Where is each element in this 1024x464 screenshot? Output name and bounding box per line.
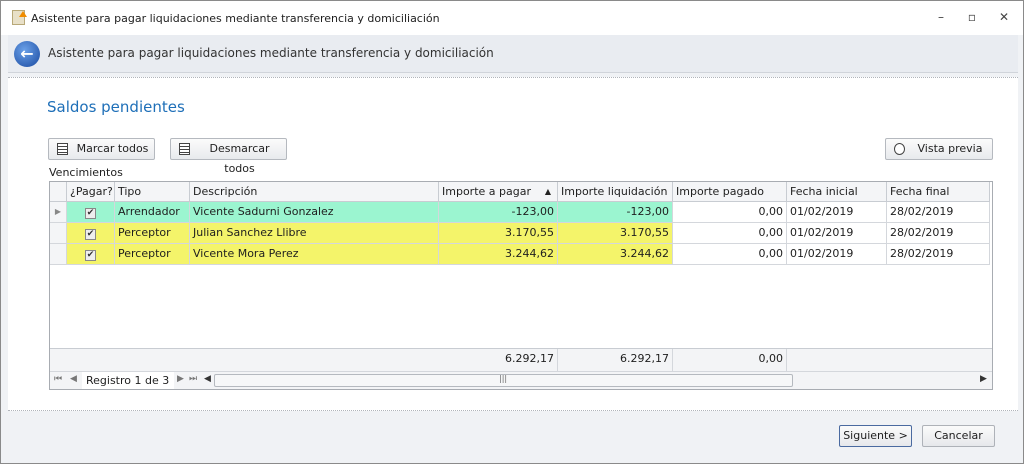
pay-checkbox-cell[interactable]: ✔ — [67, 244, 115, 265]
cell-tipo: Arrendador — [115, 202, 190, 223]
col-fecha-inicial[interactable]: Fecha inicial — [787, 182, 887, 202]
checklist-icon — [57, 143, 68, 155]
close-button[interactable]: ✕ — [994, 10, 1014, 24]
record-counter: Registro 1 de 3 — [82, 372, 174, 389]
cell-descripcion: Vicente Mora Perez — [190, 244, 439, 265]
horizontal-scrollbar[interactable]: ||| — [214, 374, 793, 387]
cell-inicio: 01/02/2019 — [787, 223, 887, 244]
col-descripcion[interactable]: Descripción — [190, 182, 439, 202]
col-tipo[interactable]: Tipo — [115, 182, 190, 202]
restore-button[interactable]: ▫ — [962, 10, 982, 24]
window-title: Asistente para pagar liquidaciones media… — [31, 12, 440, 25]
checklist-icon — [179, 143, 190, 155]
table-row[interactable]: ▶ ✔ Arrendador Vicente Sadurni Gonzalez -123… — [50, 202, 992, 223]
sort-asc-icon: ▲ — [544, 187, 551, 196]
cell-liquidacion: 3.244,62 — [558, 244, 673, 265]
col-liquidacion[interactable]: Importe liquidación — [558, 182, 673, 202]
cell-tipo: Perceptor — [115, 223, 190, 244]
last-record-icon[interactable]: ⏭ — [189, 374, 197, 384]
magnifier-icon — [894, 143, 905, 155]
cell-importe: 3.244,62 — [439, 244, 558, 265]
cancel-button[interactable]: Cancelar — [922, 425, 995, 447]
cell-liquidacion: 3.170,55 — [558, 223, 673, 244]
cell-descripcion: Vicente Sadurni Gonzalez — [190, 202, 439, 223]
cell-pagado: 0,00 — [673, 244, 787, 265]
app-icon — [12, 10, 27, 25]
cell-fin: 28/02/2019 — [887, 202, 990, 223]
title-bar: Asistente para pagar liquidaciones media… — [1, 1, 1023, 35]
totals-row: 6.292,17 6.292,17 0,00 — [50, 348, 992, 371]
total-importe: 6.292,17 — [439, 349, 558, 371]
col-fecha-final[interactable]: Fecha final — [887, 182, 990, 202]
row-indicator — [50, 244, 67, 265]
pay-checkbox-cell[interactable]: ✔ — [67, 223, 115, 244]
wizard-content: Saldos pendientes Marcar todos Desmarcar… — [8, 77, 1018, 411]
cell-fin: 28/02/2019 — [887, 244, 990, 265]
cell-pagado: 0,00 — [673, 223, 787, 244]
section-title: Saldos pendientes — [47, 98, 185, 116]
scroll-left-icon[interactable]: ◀ — [204, 374, 211, 384]
scroll-right-icon[interactable]: ▶ — [980, 374, 987, 384]
row-indicator — [50, 223, 67, 244]
col-importe[interactable]: Importe a pagar ▲ — [439, 182, 558, 202]
grid-label: Vencimientos — [49, 166, 123, 179]
total-pagado: 0,00 — [673, 349, 787, 371]
col-pagar[interactable]: ¿Pagar? — [67, 182, 115, 202]
record-navigator: ⏮ ◀ Registro 1 de 3 ▶ ⏭ ◀ ||| ▶ — [50, 371, 992, 389]
wizard-title: Asistente para pagar liquidaciones media… — [48, 46, 494, 60]
cell-importe: -123,00 — [439, 202, 558, 223]
col-pagado[interactable]: Importe pagado — [673, 182, 787, 202]
preview-button[interactable]: Vista previa — [885, 138, 993, 160]
prev-record-icon[interactable]: ◀ — [70, 374, 77, 384]
cell-inicio: 01/02/2019 — [787, 244, 887, 265]
table-row[interactable]: ✔ Perceptor Julian Sanchez Llibre 3.170,55 3… — [50, 223, 992, 244]
back-arrow-icon[interactable]: ← — [14, 41, 40, 67]
minimize-button[interactable]: – — [931, 10, 951, 24]
next-button[interactable]: Siguiente > — [839, 425, 912, 447]
mark-all-button[interactable]: Marcar todos — [48, 138, 155, 160]
wizard-window: Asistente para pagar liquidaciones media… — [0, 0, 1024, 464]
cell-liquidacion: -123,00 — [558, 202, 673, 223]
unmark-all-button[interactable]: Desmarcar todos — [170, 138, 287, 175]
checkbox[interactable]: ✔ — [85, 250, 96, 261]
checkbox[interactable]: ✔ — [85, 229, 96, 240]
pay-checkbox-cell[interactable]: ✔ — [67, 202, 115, 223]
row-indicator: ▶ — [50, 202, 67, 223]
cell-importe: 3.170,55 — [439, 223, 558, 244]
next-record-icon[interactable]: ▶ — [177, 374, 184, 384]
grid-header: ¿Pagar? Tipo Descripción Importe a pagar… — [50, 182, 992, 202]
table-row[interactable]: ✔ Perceptor Vicente Mora Perez 3.244,62 3.24… — [50, 244, 992, 265]
cell-pagado: 0,00 — [673, 202, 787, 223]
wizard-header: ← Asistente para pagar liquidaciones med… — [8, 35, 1018, 73]
payments-grid: ¿Pagar? Tipo Descripción Importe a pagar… — [49, 181, 993, 390]
first-record-icon[interactable]: ⏮ — [54, 374, 62, 384]
cell-descripcion: Julian Sanchez Llibre — [190, 223, 439, 244]
cell-fin: 28/02/2019 — [887, 223, 990, 244]
total-liquidacion: 6.292,17 — [558, 349, 673, 371]
checkbox[interactable]: ✔ — [85, 208, 96, 219]
cell-inicio: 01/02/2019 — [787, 202, 887, 223]
cell-tipo: Perceptor — [115, 244, 190, 265]
